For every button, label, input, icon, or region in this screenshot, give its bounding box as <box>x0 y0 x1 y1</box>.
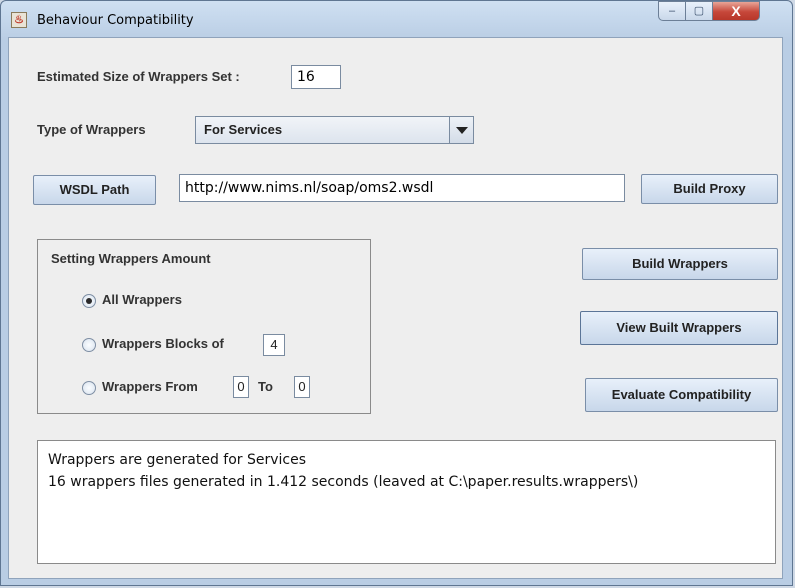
type-selected-value: For Services <box>204 122 283 137</box>
group-title: Setting Wrappers Amount <box>51 251 211 266</box>
range-from-input[interactable]: 0 <box>233 376 249 398</box>
view-built-wrappers-button[interactable]: View Built Wrappers <box>580 311 778 345</box>
blocks-label: Wrappers Blocks of <box>102 336 224 351</box>
wsdl-path-input[interactable]: http://www.nims.nl/soap/oms2.wsdl <box>179 174 625 202</box>
size-label: Estimated Size of Wrappers Set : <box>37 69 240 84</box>
window-title: Behaviour Compatibility <box>37 13 194 28</box>
content-panel: Estimated Size of Wrappers Set : 16 Type… <box>8 37 783 579</box>
output-log[interactable]: Wrappers are generated for Services 16 w… <box>37 440 776 564</box>
minimize-button[interactable]: – <box>658 1 686 21</box>
type-dropdown[interactable]: For Services <box>195 116 474 144</box>
type-label: Type of Wrappers <box>37 122 146 137</box>
all-wrappers-radio[interactable] <box>82 294 96 308</box>
chevron-down-icon[interactable] <box>449 117 473 143</box>
evaluate-compatibility-button[interactable]: Evaluate Compatibility <box>585 378 778 412</box>
build-proxy-button[interactable]: Build Proxy <box>641 174 778 204</box>
size-input[interactable]: 16 <box>291 65 341 89</box>
title-bar[interactable]: ♨ Behaviour Compatibility – ▢ X <box>1 1 792 37</box>
maximize-button[interactable]: ▢ <box>685 1 713 21</box>
range-to-input[interactable]: 0 <box>294 376 310 398</box>
log-line: Wrappers are generated for Services <box>48 452 307 468</box>
range-radio[interactable] <box>82 381 96 395</box>
app-window: ♨ Behaviour Compatibility – ▢ X Estimate… <box>0 0 793 586</box>
all-wrappers-label: All Wrappers <box>102 292 182 307</box>
range-from-label: Wrappers From <box>102 379 198 394</box>
java-app-icon: ♨ <box>11 12 27 28</box>
close-button[interactable]: X <box>712 1 760 21</box>
build-wrappers-button[interactable]: Build Wrappers <box>582 248 778 280</box>
wsdl-path-button[interactable]: WSDL Path <box>33 175 156 205</box>
log-line: 16 wrappers files generated in 1.412 sec… <box>48 474 639 490</box>
blocks-input[interactable]: 4 <box>263 334 285 356</box>
wrappers-amount-group: Setting Wrappers Amount All Wrappers Wra… <box>37 239 371 414</box>
blocks-radio[interactable] <box>82 338 96 352</box>
range-to-label: To <box>258 379 273 394</box>
